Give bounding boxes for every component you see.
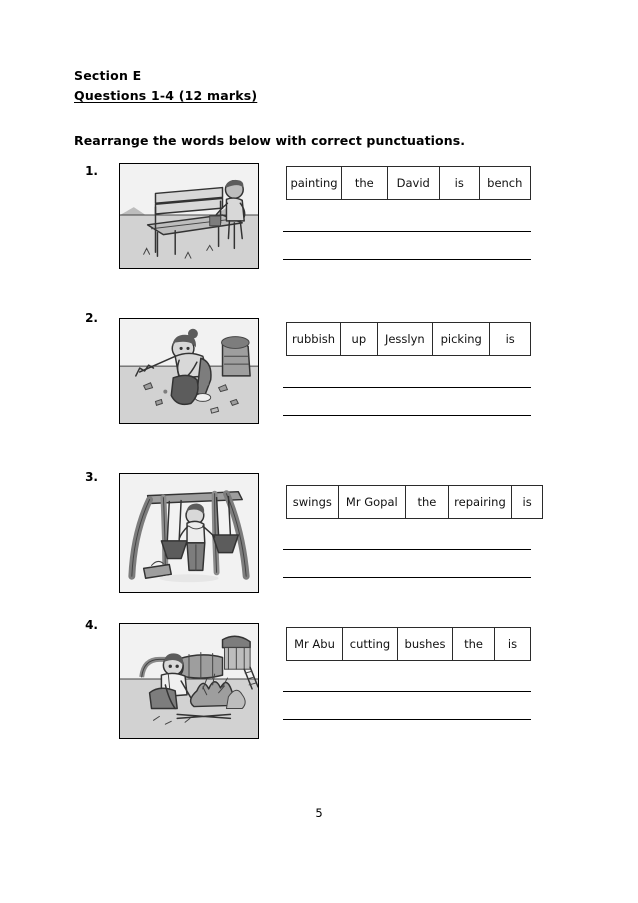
word-chip[interactable]: bushes <box>398 628 453 660</box>
answer-line[interactable] <box>283 231 531 232</box>
question-number-3: 3. <box>85 470 98 484</box>
answer-line[interactable] <box>283 415 531 416</box>
question-number-2: 2. <box>85 311 98 325</box>
word-chip[interactable]: repairing <box>449 486 513 518</box>
word-chip[interactable]: swings <box>287 486 339 518</box>
word-chip[interactable]: Mr Abu <box>287 628 343 660</box>
word-bank-2: rubbish up Jesslyn picking is <box>286 322 531 356</box>
word-chip[interactable]: picking <box>433 323 491 355</box>
word-chip[interactable]: is <box>440 167 480 199</box>
questions-label: Questions 1-4 (12 marks) <box>74 88 258 103</box>
question-image-4 <box>119 623 259 739</box>
instruction-text: Rearrange the words below with correct p… <box>74 133 466 148</box>
question-number-1: 1. <box>85 164 98 178</box>
worksheet-page: Section E Questions 1-4 (12 marks) Rearr… <box>0 0 638 903</box>
word-chip[interactable]: is <box>512 486 542 518</box>
word-chip[interactable]: the <box>406 486 449 518</box>
word-chip[interactable]: rubbish <box>287 323 341 355</box>
word-chip[interactable]: the <box>453 628 495 660</box>
word-chip[interactable]: Mr Gopal <box>339 486 407 518</box>
word-bank-3: swings Mr Gopal the repairing is <box>286 485 543 519</box>
word-chip[interactable]: bench <box>480 167 530 199</box>
answer-line[interactable] <box>283 691 531 692</box>
word-chip[interactable]: David <box>388 167 440 199</box>
answer-line[interactable] <box>283 719 531 720</box>
answer-line[interactable] <box>283 387 531 388</box>
word-chip[interactable]: painting <box>287 167 342 199</box>
word-bank-4: Mr Abu cutting bushes the is <box>286 627 531 661</box>
word-chip[interactable]: is <box>490 323 530 355</box>
word-chip[interactable]: the <box>342 167 388 199</box>
question-number-4: 4. <box>85 618 98 632</box>
question-image-2 <box>119 318 259 424</box>
answer-line[interactable] <box>283 259 531 260</box>
word-chip[interactable]: cutting <box>343 628 398 660</box>
word-bank-1: painting the David is bench <box>286 166 531 200</box>
question-image-3 <box>119 473 259 593</box>
answer-line[interactable] <box>283 549 531 550</box>
word-chip[interactable]: is <box>495 628 530 660</box>
answer-line[interactable] <box>283 577 531 578</box>
question-image-1 <box>119 163 259 269</box>
word-chip[interactable]: Jesslyn <box>378 323 434 355</box>
section-label: Section E <box>74 68 142 83</box>
page-number: 5 <box>315 806 323 820</box>
word-chip[interactable]: up <box>341 323 378 355</box>
